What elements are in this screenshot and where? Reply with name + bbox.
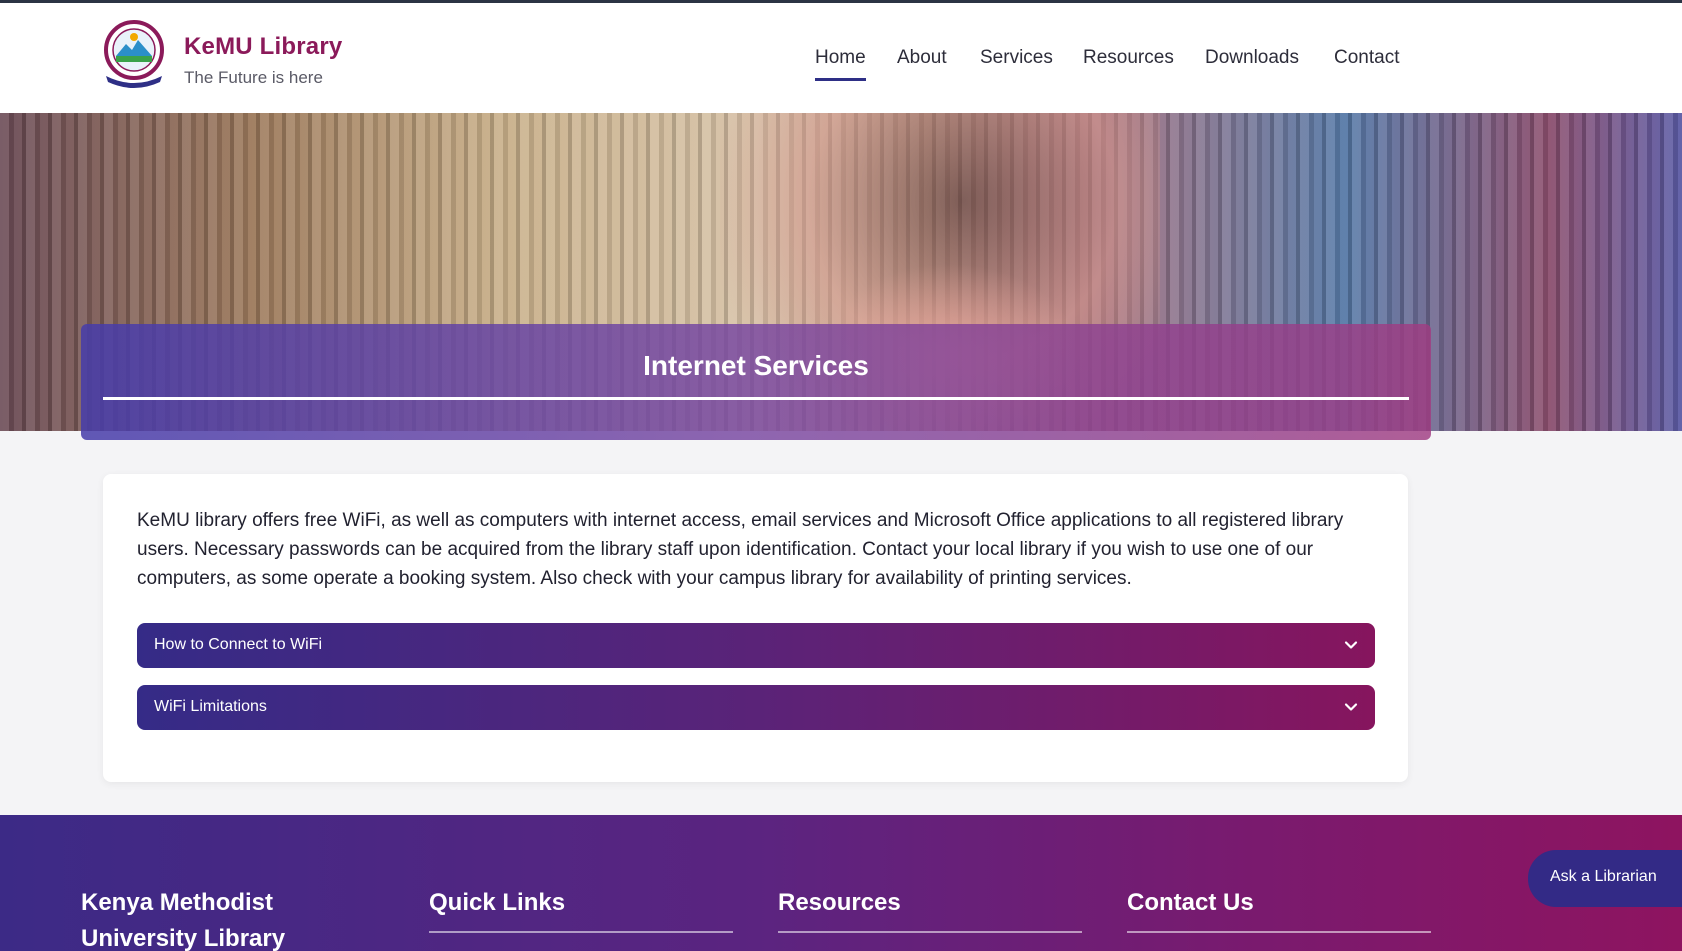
- accordion-wifi-limitations[interactable]: WiFi Limitations: [137, 685, 1375, 730]
- footer-resources-divider: [778, 931, 1082, 933]
- footer-contact-title: Contact Us: [1127, 889, 1254, 916]
- footer-about-title-line1: Kenya Methodist: [81, 889, 274, 916]
- chevron-down-icon: [1344, 703, 1358, 711]
- footer-quick-links-title: Quick Links: [429, 889, 566, 916]
- accordion-label: How to Connect to WiFi: [154, 636, 323, 653]
- nav-resources[interactable]: Resources: [1083, 47, 1174, 69]
- ask-a-librarian-label: Ask a Librarian: [1550, 868, 1657, 885]
- site-footer: Kenya Methodist University Library Quick…: [0, 815, 1682, 951]
- intro-paragraph: KeMU library offers free WiFi, as well a…: [137, 510, 1344, 589]
- page-title: Internet Services: [643, 350, 869, 381]
- ask-a-librarian-button[interactable]: Ask a Librarian: [1528, 850, 1682, 907]
- footer-resources-title: Resources: [778, 889, 901, 916]
- title-divider: [103, 397, 1409, 400]
- footer-contact-divider: [1127, 931, 1431, 933]
- footer-resources-column: Resources: [778, 885, 901, 921]
- nav-contact[interactable]: Contact: [1334, 47, 1399, 69]
- footer-quick-links-divider: [429, 931, 733, 933]
- page-title-panel: Internet Services: [81, 324, 1431, 440]
- site-header: KeMU Library The Future is here Home Abo…: [0, 3, 1682, 113]
- main-nav: Home About Services Resources Downloads …: [0, 47, 1682, 87]
- footer-quick-links-column: Quick Links: [429, 885, 565, 921]
- accordion-label: WiFi Limitations: [154, 698, 267, 715]
- chevron-down-icon: [1344, 641, 1358, 649]
- nav-downloads[interactable]: Downloads: [1205, 47, 1299, 69]
- nav-about[interactable]: About: [897, 47, 947, 69]
- footer-contact-column: Contact Us: [1127, 885, 1254, 921]
- nav-services[interactable]: Services: [980, 47, 1053, 69]
- footer-about-column: Kenya Methodist University Library: [81, 885, 285, 951]
- content-card: KeMU library offers free WiFi, as well a…: [103, 474, 1408, 782]
- accordion-connect-wifi[interactable]: How to Connect to WiFi: [137, 623, 1375, 668]
- footer-about-title-line2: University Library: [81, 925, 286, 951]
- nav-home[interactable]: Home: [815, 47, 866, 81]
